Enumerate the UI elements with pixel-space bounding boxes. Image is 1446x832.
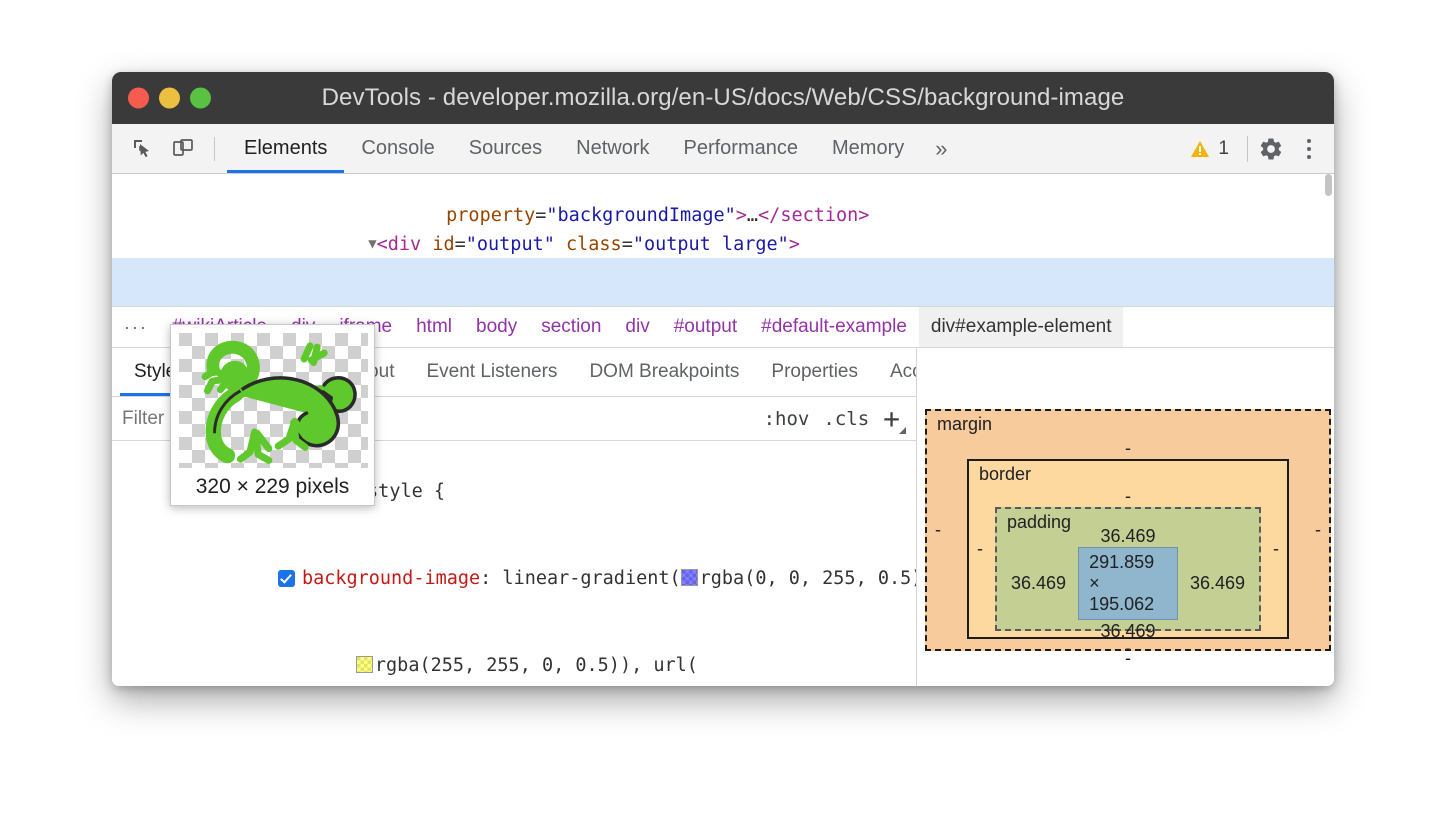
box-model-diagram[interactable]: margin - - - border - - - padding 36.469 [925, 409, 1324, 686]
minimize-button[interactable] [159, 88, 180, 109]
breadcrumb-item-html[interactable]: html [404, 307, 464, 347]
declaration-background-image-line2: rgba(255, 255, 0, 0.5)), url( [116, 622, 916, 686]
box-model-padding-right[interactable]: 36.469 [1190, 573, 1245, 594]
box-model-content-row: 36.469 291.859 × 195.062 36.469 [1011, 547, 1245, 620]
box-model-padding-left[interactable]: 36.469 [1011, 573, 1066, 594]
image-preview-caption: 320 × 229 pixels [179, 468, 366, 499]
box-model-padding-label: padding [1007, 512, 1071, 533]
warning-indicator[interactable]: 1 [1177, 138, 1241, 160]
tab-properties[interactable]: Properties [755, 348, 874, 396]
cls-toggle[interactable]: .cls [823, 408, 869, 430]
lizard-icon [179, 333, 368, 468]
breadcrumb-item-div-2[interactable]: div [613, 307, 661, 347]
more-tabs-button[interactable]: » [921, 124, 961, 173]
zoom-button[interactable] [190, 88, 211, 109]
tab-event-listeners-label: Event Listeners [426, 361, 557, 383]
tab-accessibility-label: Accessibility [890, 361, 916, 383]
tab-elements-label: Elements [244, 137, 327, 160]
breadcrumb-item-default-example[interactable]: #default-example [749, 307, 919, 347]
window-titlebar: DevTools - developer.mozilla.org/en-US/d… [112, 72, 1334, 124]
box-model-margin[interactable]: margin - - - border - - - padding 36.469 [925, 409, 1331, 651]
breadcrumb-item-example-element[interactable]: div#example-element [919, 307, 1124, 347]
tab-elements[interactable]: Elements [227, 124, 344, 173]
breadcrumb-item-body[interactable]: body [464, 307, 529, 347]
dom-tree[interactable]: property="backgroundImage">…</section> ▼… [112, 174, 1334, 306]
tab-sources[interactable]: Sources [452, 124, 559, 173]
tab-memory[interactable]: Memory [815, 124, 921, 173]
toolbar-right-divider [1247, 136, 1248, 162]
declaration-background-image[interactable]: background-image: linear-gradient(rgba(0… [116, 535, 916, 622]
breadcrumb-item-output[interactable]: #output [662, 307, 749, 347]
box-model-pane: margin - - - border - - - padding 36.469 [917, 348, 1334, 686]
box-model-margin-left[interactable]: - [935, 520, 941, 541]
declaration-checkbox[interactable] [278, 570, 295, 587]
new-style-rule-button[interactable]: + [883, 405, 904, 433]
toolbar-right-group: 1 [1177, 124, 1324, 173]
window-title: DevTools - developer.mozilla.org/en-US/d… [112, 84, 1334, 112]
dom-line-div-output[interactable]: ▼<div id="output" class="output large"> [112, 202, 1334, 230]
declaration-property[interactable]: background-image [302, 568, 480, 589]
warning-count: 1 [1218, 138, 1229, 160]
box-model-border-label: border [979, 464, 1031, 485]
tab-console[interactable]: Console [344, 124, 451, 173]
tab-dom-breakpoints[interactable]: DOM Breakpoints [573, 348, 755, 396]
color-swatch-blue[interactable] [681, 569, 698, 586]
tab-memory-label: Memory [832, 137, 904, 160]
box-model-margin-right[interactable]: - [1315, 520, 1321, 541]
box-model-margin-top[interactable]: - [967, 437, 1289, 459]
close-button[interactable] [128, 88, 149, 109]
box-model-padding-bottom[interactable]: 36.469 [1011, 620, 1245, 642]
dom-line-property[interactable]: property="backgroundImage">…</section> [112, 174, 1334, 202]
tab-performance-label: Performance [684, 137, 799, 160]
tab-network[interactable]: Network [559, 124, 666, 173]
devtools-toolbar: Elements Console Sources Network Perform… [112, 124, 1334, 174]
dom-line-div-example-element[interactable]: ··· <div id="example-element" style="bac… [112, 258, 1334, 286]
tab-network-label: Network [576, 137, 649, 160]
box-model-padding[interactable]: padding 36.469 36.469 291.859 × 195.062 … [995, 507, 1261, 631]
tab-performance[interactable]: Performance [667, 124, 816, 173]
breadcrumb-item-section[interactable]: section [529, 307, 613, 347]
tab-accessibility[interactable]: Accessibility [874, 348, 916, 396]
box-model-content-size[interactable]: 291.859 × 195.062 [1078, 547, 1178, 620]
box-model-border[interactable]: border - - - padding 36.469 36.469 291.8… [967, 459, 1289, 639]
dom-line-div-example-element-wrap[interactable]: gradient(rgba(0, 0, 255, 0.5), rgba(255,… [112, 286, 1334, 306]
devtools-tab-list: Elements Console Sources Network Perform… [227, 124, 961, 173]
toolbar-divider [214, 137, 215, 161]
box-model-border-left[interactable]: - [977, 539, 983, 560]
window-traffic-lights[interactable] [128, 88, 211, 109]
tab-console-label: Console [361, 137, 434, 160]
styles-filter-tools: :hov .cls + [754, 405, 916, 433]
tab-dom-breakpoints-label: DOM Breakpoints [589, 361, 739, 383]
box-model-margin-label: margin [937, 414, 992, 435]
color-swatch-yellow[interactable] [356, 656, 373, 673]
box-model-border-top[interactable]: - [995, 485, 1261, 507]
box-model-border-right[interactable]: - [1273, 539, 1279, 560]
tab-event-listeners[interactable]: Event Listeners [410, 348, 573, 396]
kebab-menu-icon[interactable] [1294, 132, 1324, 166]
tab-sources-label: Sources [469, 137, 542, 160]
warning-triangle-icon [1189, 138, 1211, 160]
image-preview-tooltip: 320 × 229 pixels [170, 324, 375, 506]
tab-properties-label: Properties [771, 361, 858, 383]
breadcrumb-overflow[interactable]: ··· [120, 317, 160, 338]
device-toolbar-icon[interactable] [166, 132, 200, 166]
lizard-image-preview [179, 333, 368, 468]
gear-icon[interactable] [1254, 132, 1288, 166]
hov-toggle[interactable]: :hov [764, 408, 810, 430]
screenshot-root: DevTools - developer.mozilla.org/en-US/d… [0, 0, 1446, 832]
dom-line-section-default-example[interactable]: ▼<section id="default-example"> [112, 230, 1334, 258]
inspect-element-icon[interactable] [126, 132, 160, 166]
